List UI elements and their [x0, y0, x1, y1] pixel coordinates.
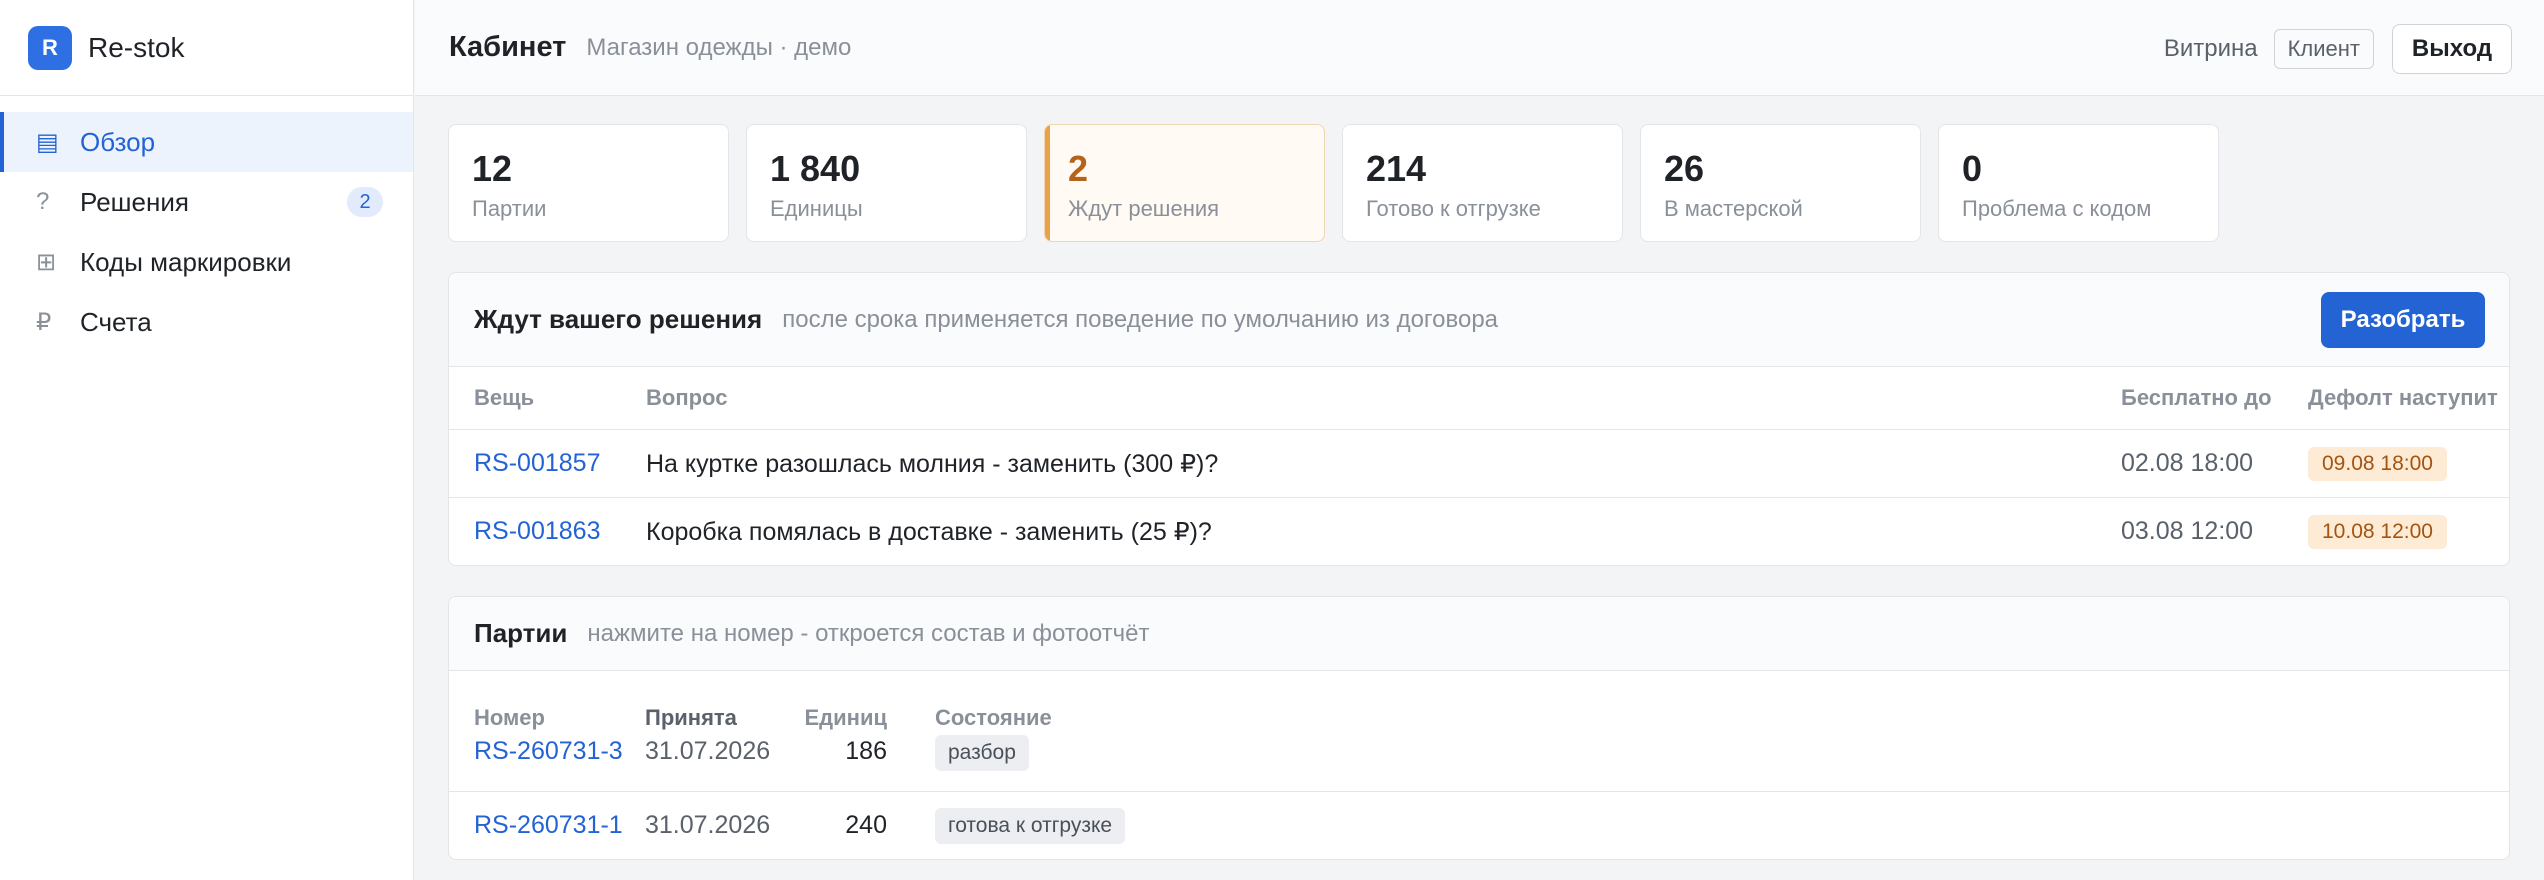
column-header: Вещь — [474, 385, 535, 410]
storefront-link[interactable]: Витрина — [2164, 35, 2258, 63]
decisions-hint: после срока применяется поведение по умо… — [782, 305, 1499, 333]
question-text: Коробка помялась в доставке - заменить (… — [646, 517, 1212, 546]
units-count: 240 — [845, 811, 887, 839]
sidebar-item-decisions[interactable]: ? Решения 2 — [0, 172, 413, 232]
default-cell: 10.08 12:00 — [2308, 514, 2509, 549]
parties-card: Партии нажмите на номер - откроется сост… — [448, 596, 2510, 860]
state-cell: готова к отгрузке — [887, 807, 1126, 844]
sidebar-item-label: Решения — [80, 186, 189, 217]
logout-button[interactable]: Выход — [2392, 24, 2512, 74]
stat-label: В мастерской — [1664, 196, 1803, 222]
page-subtitle: Магазин одежды · демо — [586, 33, 852, 61]
units-count: 186 — [845, 737, 887, 765]
table-row: RS-260731-1 31.07.2026 240 готова к отгр… — [449, 791, 2509, 859]
sidebar-item-label: Коды маркировки — [80, 246, 292, 277]
parties-table-header: Номер Принята Единиц Состояние — [449, 671, 2509, 737]
column-header: Принята — [645, 705, 737, 730]
status-badge: разбор — [935, 735, 1029, 771]
stat-value: 12 — [472, 148, 513, 189]
stat-value: 1 840 — [770, 148, 861, 189]
grid-icon: ⊞ — [36, 248, 57, 276]
stat-value: 2 — [1068, 148, 1089, 189]
role-badge: Клиент — [2273, 29, 2374, 69]
table-row: RS-001863 Коробка помялась в доставке - … — [449, 497, 2509, 565]
accepted-date: 31.07.2026 — [645, 737, 771, 765]
sidebar-item-label: Счета — [80, 306, 152, 337]
stat-value: 214 — [1366, 148, 1427, 189]
stat-label: Готово к отгрузке — [1366, 196, 1541, 222]
accepted-date: 31.07.2026 — [645, 811, 771, 839]
brand-name: Re-stok — [88, 31, 185, 63]
stat-card-ready-to-ship: 214 Готово к отгрузке — [1342, 124, 1623, 242]
ruble-icon: ₽ — [36, 308, 52, 336]
default-date-badge: 10.08 12:00 — [2308, 514, 2447, 549]
table-row: RS-001857 На куртке разошлась молния - з… — [449, 429, 2509, 497]
decisions-table-header: Вещь Вопрос Бесплатно до Дефолт наступит — [449, 367, 2509, 429]
column-header: Вопрос — [646, 385, 728, 410]
state-cell: разбор — [887, 735, 1029, 771]
review-decisions-button[interactable]: Разобрать — [2321, 292, 2485, 348]
stat-label: Партии — [472, 196, 547, 222]
column-header: Бесплатно до — [2121, 385, 2272, 410]
default-cell: 09.08 18:00 — [2308, 446, 2509, 481]
stat-value: 26 — [1664, 148, 1705, 189]
brand-logo-icon: R — [28, 25, 72, 70]
parties-card-header: Партии нажмите на номер - откроется сост… — [449, 597, 2509, 671]
decisions-count-badge: 2 — [347, 187, 383, 217]
stat-label: Проблема с кодом — [1962, 196, 2152, 222]
stat-value: 0 — [1962, 148, 1983, 189]
stat-card-in-workshop: 26 В мастерской — [1640, 124, 1921, 242]
sidebar-item-invoices[interactable]: ₽ Счета — [0, 292, 413, 352]
party-link[interactable]: RS-260731-1 — [449, 811, 645, 840]
table-row: RS-260731-3 31.07.2026 186 разбор — [449, 735, 2509, 791]
list-icon: ▤ — [36, 128, 59, 156]
decisions-title: Ждут вашего решения — [474, 304, 763, 334]
stat-label: Единицы — [770, 196, 863, 222]
party-link[interactable]: RS-260731-3 — [449, 737, 645, 766]
main-content: 12 Партии 1 840 Единицы 2 Ждут решения 2… — [448, 124, 2510, 860]
column-header: Дефолт наступит — [2308, 385, 2498, 410]
sidebar-item-label: Обзор — [80, 126, 156, 157]
stat-label: Ждут решения — [1068, 196, 1220, 222]
decisions-card: Ждут вашего решения после срока применяе… — [448, 272, 2510, 566]
column-header: Единиц — [804, 705, 888, 730]
item-link[interactable]: RS-001863 — [449, 517, 646, 546]
header-actions: Витрина Клиент Выход — [2164, 24, 2512, 74]
column-header: Состояние — [935, 705, 1052, 730]
decisions-card-header: Ждут вашего решения после срока применяе… — [449, 273, 2509, 367]
free-until: 02.08 18:00 — [2121, 449, 2254, 477]
question-icon: ? — [36, 188, 50, 215]
sidebar: R Re-stok ▤ Обзор ? Решения 2 ⊞ Коды мар… — [0, 0, 414, 880]
stat-card-awaiting-decision: 2 Ждут решения — [1044, 124, 1325, 242]
stat-card-parties: 12 Партии — [448, 124, 729, 242]
sidebar-item-marking-codes[interactable]: ⊞ Коды маркировки — [0, 232, 413, 292]
sidebar-item-overview[interactable]: ▤ Обзор — [0, 112, 413, 172]
parties-hint: нажмите на номер - откроется состав и фо… — [587, 619, 1150, 647]
free-until: 03.08 12:00 — [2121, 517, 2254, 545]
stat-card-code-problem: 0 Проблема с кодом — [1938, 124, 2219, 242]
top-header: Кабинет Магазин одежды · демо Витрина Кл… — [415, 0, 2544, 96]
question-text: На куртке разошлась молния - заменить (3… — [646, 449, 1219, 478]
sidebar-nav: ▤ Обзор ? Решения 2 ⊞ Коды маркировки ₽ … — [0, 96, 413, 352]
status-badge: готова к отгрузке — [935, 807, 1126, 844]
brand: R Re-stok — [0, 0, 413, 96]
page-title: Кабинет — [449, 31, 567, 63]
parties-title: Партии — [474, 618, 568, 648]
column-header: Номер — [474, 705, 545, 730]
default-date-badge: 09.08 18:00 — [2308, 446, 2447, 481]
item-link[interactable]: RS-001857 — [449, 449, 646, 478]
stat-card-units: 1 840 Единицы — [746, 124, 1027, 242]
stats-row: 12 Партии 1 840 Единицы 2 Ждут решения 2… — [448, 124, 2510, 242]
